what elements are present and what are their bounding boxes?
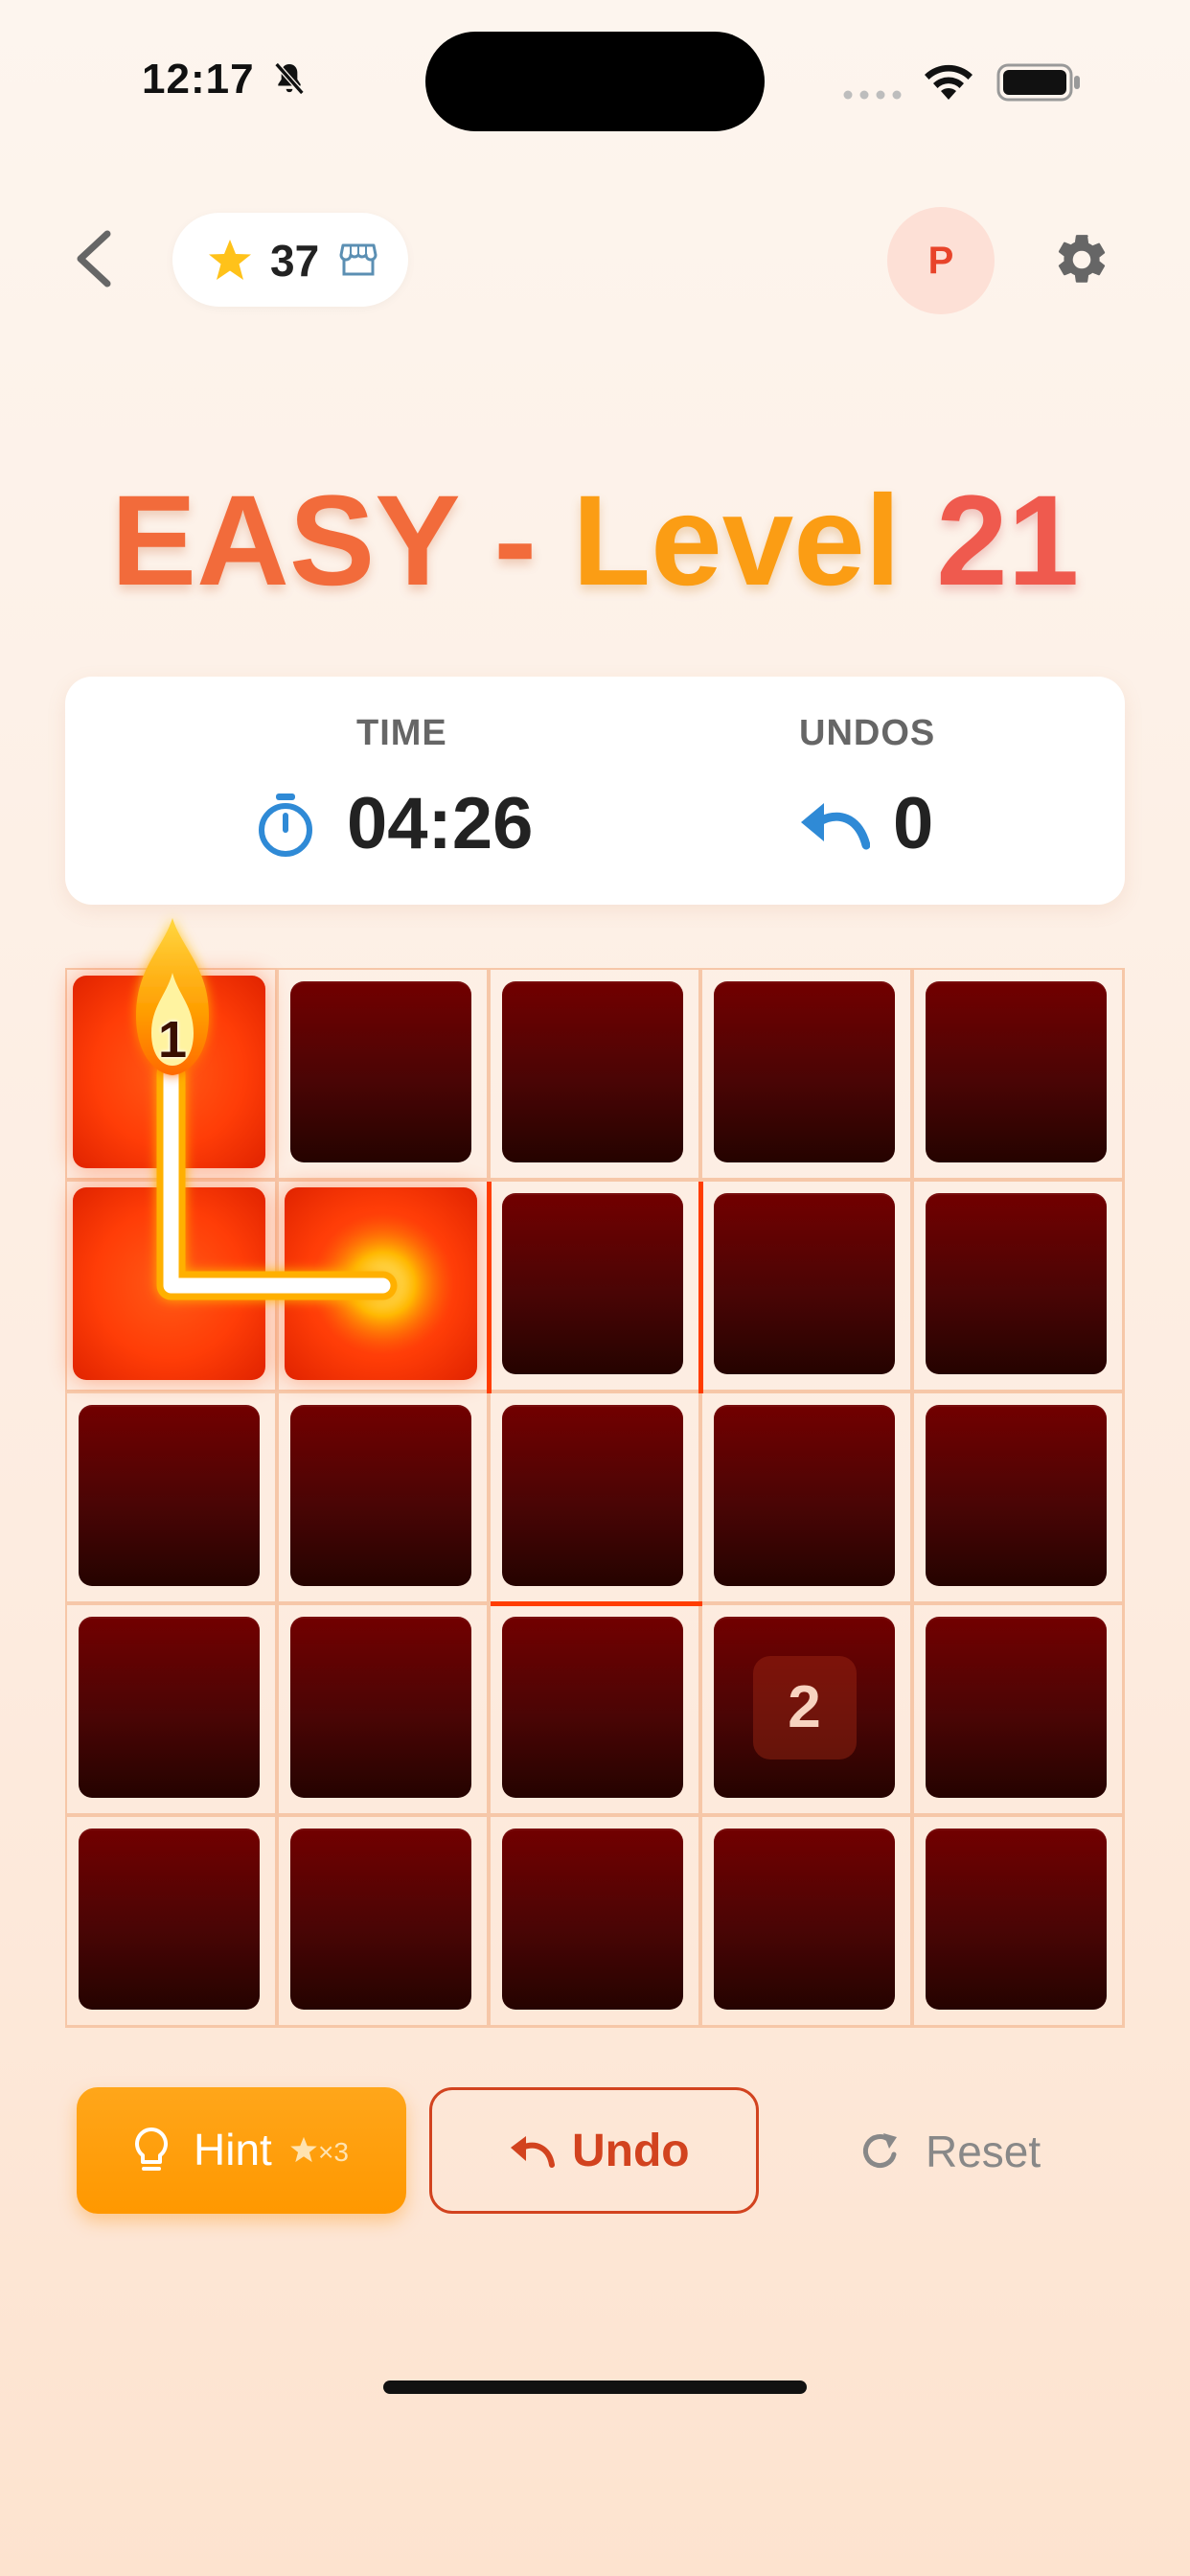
status-bar: 12:17 [0,0,1190,153]
tile-dark [290,1617,471,1798]
board-cell[interactable] [277,1815,489,2027]
tile-lit [285,1187,477,1380]
tile-lit [73,976,265,1168]
refresh-icon [862,2133,897,2168]
tile-dark [502,1617,683,1798]
lightbulb-icon [135,2128,168,2171]
level-title: EASY - Level 21 [0,470,1190,613]
store-icon[interactable] [339,242,378,278]
undo-button[interactable]: Undo [429,2087,759,2214]
clue-number-badge: 2 [752,1655,857,1760]
board-cell[interactable] [489,1815,700,2027]
board-cell[interactable] [489,968,700,1180]
board-cell[interactable] [912,968,1124,1180]
board-cell[interactable] [489,1392,700,1603]
board-cell[interactable] [700,1180,912,1392]
board-cell[interactable] [912,1392,1124,1603]
time-value: 04:26 [347,783,534,864]
undos-value: 0 [893,783,934,864]
tile-dark [714,1193,895,1374]
home-indicator [383,2380,807,2394]
star-icon [209,240,251,280]
board-cell[interactable] [277,968,489,1180]
bell-muted-icon [274,62,305,95]
coin-count: 37 [270,236,320,286]
reset-button[interactable]: Reset [853,2087,1064,2214]
board-cell[interactable] [700,968,912,1180]
tile-dark [714,981,895,1162]
tile-dark [926,1405,1107,1586]
difficulty-label: EASY [110,470,459,612]
battery-icon [996,63,1080,102]
undos-label: UNDOS [799,713,936,753]
level-label: Level [572,470,901,612]
tile-dark [502,1193,683,1374]
stats-card: TIME 04:26 UNDOS 0 [65,677,1125,905]
tile-dark [926,1193,1107,1374]
tile-dark [502,981,683,1162]
hint-cost: ×3 [318,2137,349,2167]
dynamic-island [425,32,765,131]
wifi-icon [925,64,973,100]
tile-dark [714,1405,895,1586]
board-cell[interactable] [65,1392,277,1603]
tile-dark: 2 [714,1617,895,1798]
status-time: 12:17 [142,56,255,103]
profile-avatar[interactable]: P [887,207,995,314]
board-cell[interactable] [489,1603,700,1815]
tile-dark [926,981,1107,1162]
gear-icon[interactable] [1052,230,1111,289]
undo-label: Undo [572,2126,690,2176]
tile-dark [502,1828,683,2010]
tile-dark [926,1617,1107,1798]
tile-dark [290,981,471,1162]
board-cell[interactable] [912,1180,1124,1392]
wall-segment [491,1601,702,1606]
undo-arrow-icon [801,803,870,850]
board-cell[interactable] [912,1603,1124,1815]
tile-dark [290,1405,471,1586]
board-cell[interactable] [65,968,277,1180]
tile-dark [79,1405,260,1586]
start-clue-number: 1 [157,1011,188,1069]
tile-dark [926,1828,1107,2010]
board-cell[interactable] [489,1180,700,1392]
board-cell[interactable]: 2 [700,1603,912,1815]
back-button[interactable] [65,226,123,291]
board-cell[interactable] [277,1392,489,1603]
board-cell[interactable] [65,1603,277,1815]
stopwatch-icon [259,794,312,857]
board-cell[interactable] [277,1603,489,1815]
tile-dark [714,1828,895,2010]
tile-dark [79,1617,260,1798]
hint-button[interactable]: Hint ×3 [77,2087,406,2214]
star-icon [290,2136,317,2163]
board-cell[interactable] [65,1815,277,2027]
coin-balance[interactable]: 37 [172,213,408,307]
reset-label: Reset [926,2127,1041,2176]
title-separator: - [493,470,538,612]
board-cell[interactable] [277,1180,489,1392]
board-cell[interactable] [65,1180,277,1392]
board-cell[interactable] [700,1392,912,1603]
hint-label: Hint [194,2125,272,2174]
board-cell[interactable] [700,1815,912,2027]
board-cell[interactable] [912,1815,1124,2027]
game-board: 2 [65,968,1125,2028]
undo-arrow-icon [511,2136,555,2168]
tile-dark [79,1828,260,2010]
tile-dark [290,1828,471,2010]
cellular-signal-icon [843,90,902,100]
tile-lit [73,1187,265,1380]
time-label: TIME [356,713,447,753]
wall-segment [698,1182,703,1393]
tile-dark [502,1405,683,1586]
wall-segment [487,1182,492,1393]
level-number: 21 [936,470,1080,612]
